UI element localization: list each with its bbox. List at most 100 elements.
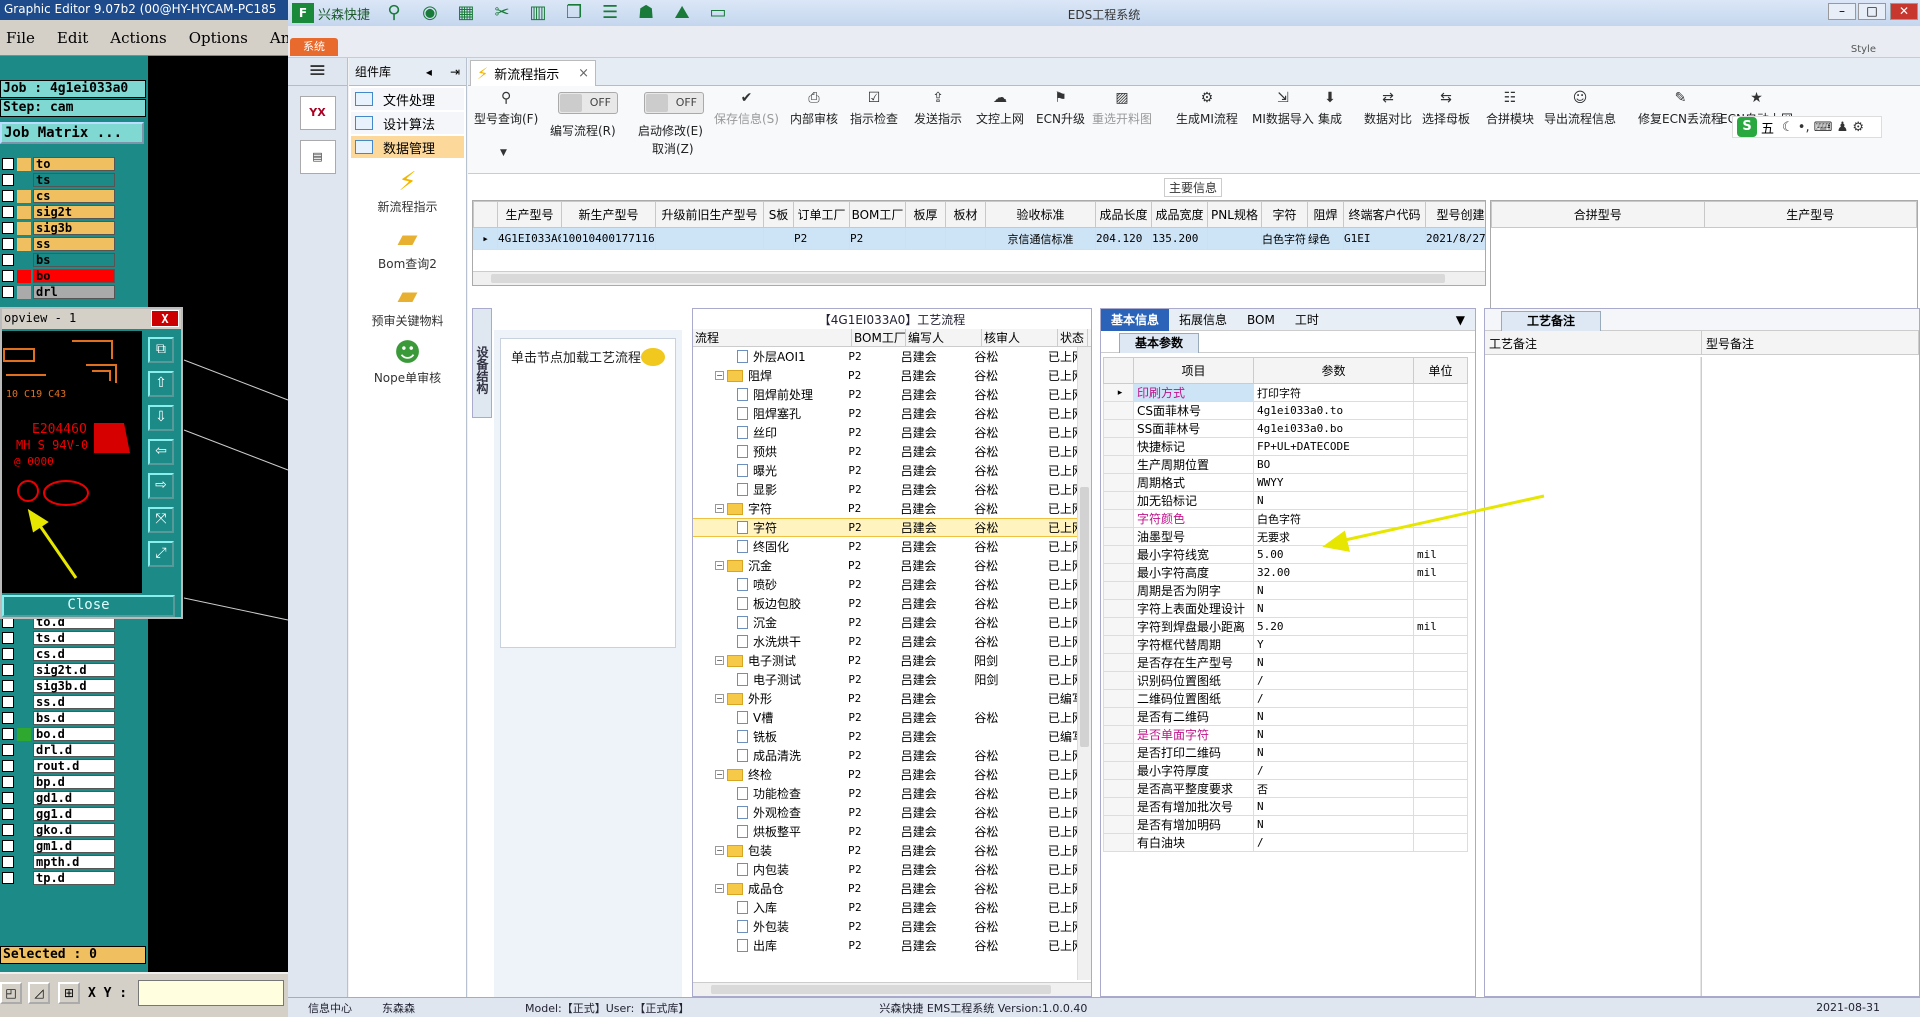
process-flow-vscroll[interactable] (1077, 347, 1091, 980)
layer-row[interactable]: gd1.d (0, 790, 118, 806)
lib-item-bom[interactable]: ▰ Bom查询2 (349, 223, 466, 272)
param-row[interactable]: 是否有二维码 N (1103, 707, 1468, 726)
query-button[interactable]: ⚲ 型号查询(F) (474, 90, 538, 127)
main-cell[interactable] (763, 227, 794, 250)
col-status[interactable]: 状态 (1058, 329, 1088, 346)
col-bom-factory[interactable]: BOM工厂 (852, 329, 906, 346)
main-cell[interactable]: 10010400177116 (561, 227, 656, 250)
layer-row[interactable]: bo (0, 268, 118, 284)
param-value[interactable]: N (1253, 707, 1414, 726)
param-row[interactable]: 字符框代替周期 Y (1103, 635, 1468, 654)
param-value[interactable]: 4g1ei033a0.bo (1253, 419, 1414, 438)
main-cell[interactable] (1207, 227, 1262, 250)
ribbon-button[interactable]: ⇆ 选择母板 (1422, 90, 1470, 127)
tab-extended-info[interactable]: 拓展信息 (1169, 309, 1237, 331)
param-value[interactable]: 否 (1253, 779, 1414, 798)
zoom-icon[interactable]: ◰ (0, 982, 22, 1004)
param-value[interactable]: 打印字符 (1253, 383, 1414, 402)
collapse-icon[interactable]: − (715, 561, 724, 570)
main-col-header[interactable]: 成品长度 (1095, 201, 1152, 228)
tab-basic-params[interactable]: 基本参数 (1119, 333, 1199, 353)
main-col-header[interactable]: 升级前旧生产型号 (655, 201, 764, 228)
col-merge-model[interactable]: 合拼型号 (1491, 201, 1705, 228)
tab-new-flow[interactable]: ⚡ 新流程指示 × (470, 60, 596, 86)
collapse-icon[interactable]: − (715, 884, 724, 893)
process-row[interactable]: 出库 P2 吕建会 谷松 已上网 (693, 936, 1077, 955)
param-row[interactable]: 是否有增加批次号 N (1103, 797, 1468, 816)
process-row[interactable]: 字符 P2 吕建会 谷松 已上网 (693, 518, 1077, 537)
ribbon-button[interactable]: ⚙ 生成MI流程 (1176, 90, 1238, 127)
layer-checkbox[interactable] (2, 632, 14, 644)
main-cell[interactable]: 京信通信标准 (985, 227, 1096, 250)
param-value[interactable]: / (1253, 761, 1414, 780)
process-row[interactable]: − 外形 P2 吕建会 已编写 (693, 689, 1077, 708)
layer-checkbox[interactable] (2, 728, 14, 740)
pv-zoom-in-icon[interactable]: ⤢ (148, 541, 174, 567)
measure-icon[interactable]: ◿ (28, 982, 50, 1004)
param-row[interactable]: 是否打印二维码 N (1103, 743, 1468, 762)
scroll-thumb[interactable] (711, 985, 1051, 994)
process-row[interactable]: 曝光 P2 吕建会 谷松 已上网 (693, 461, 1077, 480)
col-prod-model[interactable]: 生产型号 (1703, 201, 1917, 228)
ribbon-button[interactable]: ▨ 重选开料图 (1092, 90, 1152, 127)
chevron-down-icon[interactable]: ▼ (1446, 309, 1475, 331)
param-value[interactable]: BO (1253, 455, 1414, 474)
param-value[interactable]: / (1253, 689, 1414, 708)
collapse-icon[interactable]: − (715, 770, 724, 779)
system-tab[interactable]: 系统 (290, 38, 338, 56)
main-cell[interactable]: G1EI (1343, 227, 1426, 250)
main-col-header[interactable]: S板 (763, 201, 794, 228)
start-modify-toggle[interactable]: OFF (644, 92, 704, 114)
style-menu[interactable]: Style (1851, 44, 1876, 55)
main-cell[interactable]: P2 (793, 227, 850, 250)
menu-edit[interactable]: Edit (57, 29, 88, 47)
pv-zoom-out-icon[interactable]: ⤧ (148, 507, 174, 533)
craft-notes-body[interactable] (1485, 357, 1919, 996)
main-cell[interactable] (945, 227, 986, 250)
main-col-header[interactable]: 订单工厂 (793, 201, 850, 228)
param-row[interactable]: 字符上表面处理设计 N (1103, 599, 1468, 618)
menu-analysis[interactable]: Analysis (270, 29, 288, 47)
col-model-note[interactable]: 型号备注 (1702, 331, 1919, 354)
process-row[interactable]: 功能检查 P2 吕建会 谷松 已上网 (693, 784, 1077, 803)
menu-actions[interactable]: Actions (110, 29, 166, 47)
layer-row[interactable]: tp.d (0, 870, 118, 886)
layer-checkbox[interactable] (2, 792, 14, 804)
layer-row[interactable]: bp.d (0, 774, 118, 790)
main-col-header[interactable]: BOM工厂 (849, 201, 906, 228)
process-row[interactable]: 外观检查 P2 吕建会 谷松 已上网 (693, 803, 1077, 822)
collapse-icon[interactable]: − (715, 846, 724, 855)
param-row[interactable]: 油墨型号 无要求 (1103, 527, 1468, 546)
tab-craft-notes[interactable]: 工艺备注 (1501, 311, 1601, 331)
popview-close-icon[interactable]: X (151, 310, 179, 327)
ribbon-button[interactable]: ✔ 保存信息(S) (714, 90, 779, 127)
ribbon-button[interactable]: ⚑ ECN升级 (1036, 90, 1085, 127)
param-value[interactable]: / (1253, 833, 1414, 852)
col-unit[interactable]: 单位 (1413, 357, 1468, 384)
col-writer[interactable]: 编写人 (906, 329, 982, 346)
main-col-header[interactable]: PNL规格 (1207, 201, 1262, 228)
main-cell[interactable]: 绿色 (1307, 227, 1344, 250)
main-cell[interactable]: 135.200 (1151, 227, 1208, 250)
param-row[interactable]: SS面菲林号 4g1ei033a0.bo (1103, 419, 1468, 438)
layer-name[interactable]: gm1.d (33, 839, 115, 853)
status-info-center[interactable]: 信息中心 (308, 1000, 352, 1016)
process-row[interactable]: 铣板 P2 吕建会 已编写 (693, 727, 1077, 746)
device-tree-box[interactable]: 单击节点加载工艺流程 (500, 338, 676, 648)
param-value[interactable]: N (1253, 815, 1414, 834)
layer-checkbox[interactable] (2, 286, 14, 298)
lib-item-material[interactable]: ▰ 预审关键物料 (349, 280, 466, 329)
main-col-header[interactable]: 板材 (945, 201, 986, 228)
pv-right-icon[interactable]: ⇨ (148, 473, 174, 499)
layer-checkbox[interactable] (2, 744, 14, 756)
param-row[interactable]: ▸ 印刷方式 打印字符 (1103, 383, 1468, 402)
layer-checkbox[interactable] (2, 808, 14, 820)
col-flow[interactable]: 流程 (693, 329, 852, 346)
param-row[interactable]: 最小字符高度 32.00 mil (1103, 563, 1468, 582)
param-row[interactable]: 识别码位置图纸 / (1103, 671, 1468, 690)
layer-checkbox[interactable] (2, 190, 14, 202)
layer-name[interactable]: cs.d (33, 647, 115, 661)
layer-name[interactable]: bp.d (33, 775, 115, 789)
main-col-header[interactable]: 成品宽度 (1151, 201, 1208, 228)
layer-row[interactable]: bs (0, 252, 118, 268)
